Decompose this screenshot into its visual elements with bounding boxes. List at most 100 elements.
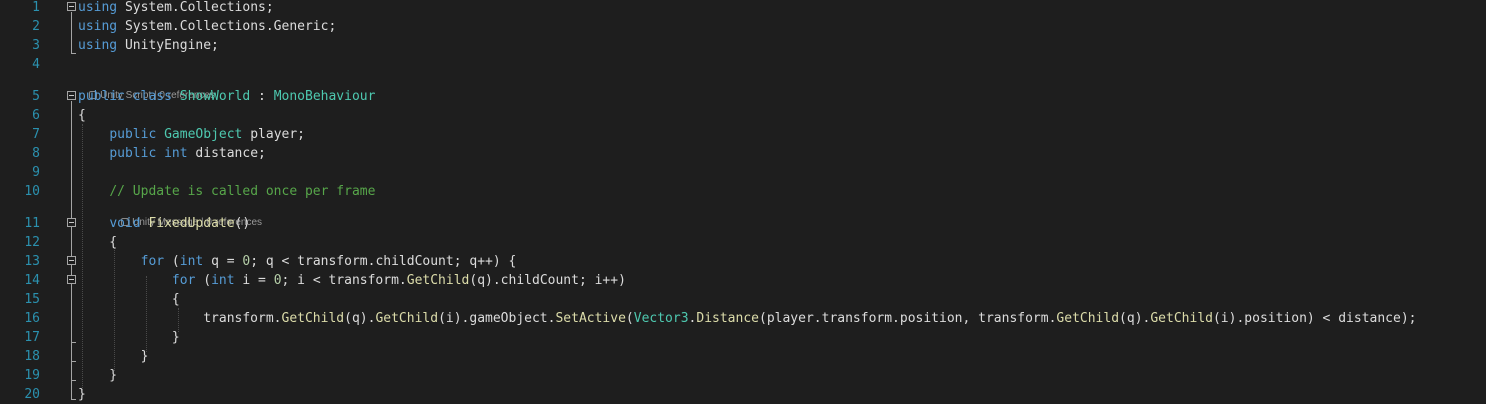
code-text: }: [78, 385, 86, 404]
line-number: 1: [32, 0, 40, 15]
code-token: {: [78, 235, 118, 250]
code-token: using: [78, 0, 118, 15]
line-number: 15: [24, 292, 40, 307]
code-token: ShowWorld: [179, 89, 251, 104]
code-line[interactable]: 5 public class ShowWorld : MonoBehaviour: [0, 87, 1486, 106]
code-token: ; i < transform.: [281, 273, 407, 288]
code-token: System.Collections;: [117, 0, 274, 15]
code-text: }: [78, 347, 149, 366]
code-line[interactable]: 18 }: [0, 347, 1486, 366]
code-text: {: [78, 233, 117, 252]
code-text: using System.Collections.Generic;: [78, 17, 336, 36]
codelens-class[interactable]: Unity Script | 0 references: [78, 73, 215, 101]
code-token: (): [234, 216, 251, 231]
line-number: 3: [32, 38, 40, 53]
code-token: MonoBehaviour: [273, 89, 376, 104]
code-token: (i).gameObject.: [438, 311, 556, 326]
code-line[interactable]: 6{: [0, 106, 1486, 125]
code-text: }: [78, 328, 180, 347]
code-line[interactable]: 10 // Update is called once per frame: [0, 182, 1486, 201]
code-token: (: [625, 311, 634, 326]
code-token: {: [78, 108, 86, 123]
code-token: }: [78, 368, 118, 383]
code-token: SetActive: [555, 311, 626, 326]
code-token: }: [78, 330, 180, 345]
code-token: GetChild: [281, 311, 345, 326]
code-token: for: [140, 254, 165, 269]
code-line[interactable]: 20}: [0, 385, 1486, 404]
code-text: public class ShowWorld : MonoBehaviour: [78, 87, 375, 106]
code-line[interactable]: 13 for (int q = 0; q < transform.childCo…: [0, 252, 1486, 271]
code-token: (q).: [1119, 311, 1151, 326]
line-number: 16: [24, 311, 40, 326]
code-line[interactable]: 3 using UnityEngine;: [0, 36, 1486, 55]
code-line[interactable]: 12 {: [0, 233, 1486, 252]
code-line[interactable]: 9: [0, 163, 1486, 182]
code-line[interactable]: 8 public int distance;: [0, 144, 1486, 163]
code-text: transform.GetChild(q).GetChild(i).gameOb…: [78, 309, 1416, 328]
line-number: 2: [32, 19, 40, 34]
code-token: distance;: [187, 146, 266, 161]
code-line[interactable]: 19 }: [0, 366, 1486, 385]
code-text: public int distance;: [78, 144, 266, 163]
code-token: (: [164, 254, 180, 269]
line-number: 11: [24, 216, 40, 231]
code-token: FixedUpdate: [148, 216, 235, 231]
line-number: 4: [32, 57, 40, 72]
code-token: (q).childCount; i++): [469, 273, 626, 288]
collapse-icon[interactable]: [67, 275, 76, 284]
code-token: (: [195, 273, 212, 288]
line-number: 8: [32, 146, 40, 161]
codelens-method[interactable]: Unity Message | 0 references: [110, 200, 262, 228]
line-number: 14: [24, 273, 40, 288]
code-text: void FixedUpdate(): [78, 214, 250, 233]
code-token: public: [109, 127, 165, 142]
code-line[interactable]: 11 void FixedUpdate(): [0, 214, 1486, 233]
code-text: for (int i = 0; i < transform.GetChild(q…: [78, 271, 626, 290]
collapse-icon[interactable]: [67, 256, 76, 265]
code-token: public int: [109, 146, 188, 161]
code-token: }: [78, 349, 149, 364]
code-token: }: [78, 387, 86, 402]
code-token: (i).position) < distance);: [1212, 311, 1417, 326]
code-token: using: [78, 19, 118, 34]
code-line[interactable]: 17 }: [0, 328, 1486, 347]
code-token: ; q < transform.childCount; q++) {: [250, 254, 517, 269]
code-token: (player.transform.position, transform.: [759, 311, 1057, 326]
line-number: 9: [32, 165, 40, 180]
code-line[interactable]: 4: [0, 55, 1486, 74]
collapse-icon[interactable]: [67, 218, 76, 227]
collapse-icon[interactable]: [67, 2, 76, 11]
code-line[interactable]: 15 {: [0, 290, 1486, 309]
code-token: System.Collections.Generic;: [117, 19, 337, 34]
code-text: // Update is called once per frame: [78, 182, 375, 201]
code-token: for: [171, 273, 196, 288]
code-token: GetChild: [1056, 311, 1120, 326]
code-line[interactable]: 14 for (int i = 0; i < transform.GetChil…: [0, 271, 1486, 290]
line-number: 7: [32, 127, 40, 142]
code-text: {: [78, 106, 86, 125]
code-token: void: [109, 216, 149, 231]
code-token: int: [179, 254, 204, 269]
line-number: 20: [24, 387, 40, 402]
code-text: }: [78, 366, 117, 385]
code-token: :: [250, 89, 274, 104]
code-line[interactable]: 2 using System.Collections.Generic;: [0, 17, 1486, 36]
code-token: Distance: [696, 311, 759, 326]
code-text: using UnityEngine;: [78, 36, 219, 55]
code-token: GetChild: [406, 273, 470, 288]
code-line[interactable]: 1 using System.Collections;: [0, 0, 1486, 17]
collapse-icon[interactable]: [67, 91, 76, 100]
code-line[interactable]: 7 public GameObject player;: [0, 125, 1486, 144]
code-line[interactable]: 16 transform.GetChild(q).GetChild(i).gam…: [0, 309, 1486, 328]
code-token: int: [211, 273, 235, 288]
line-number: 5: [32, 89, 40, 104]
code-text: public GameObject player;: [78, 125, 305, 144]
line-number: 10: [24, 184, 40, 199]
code-editor[interactable]: Unity Script | 0 references Unity Messag…: [0, 0, 1486, 402]
